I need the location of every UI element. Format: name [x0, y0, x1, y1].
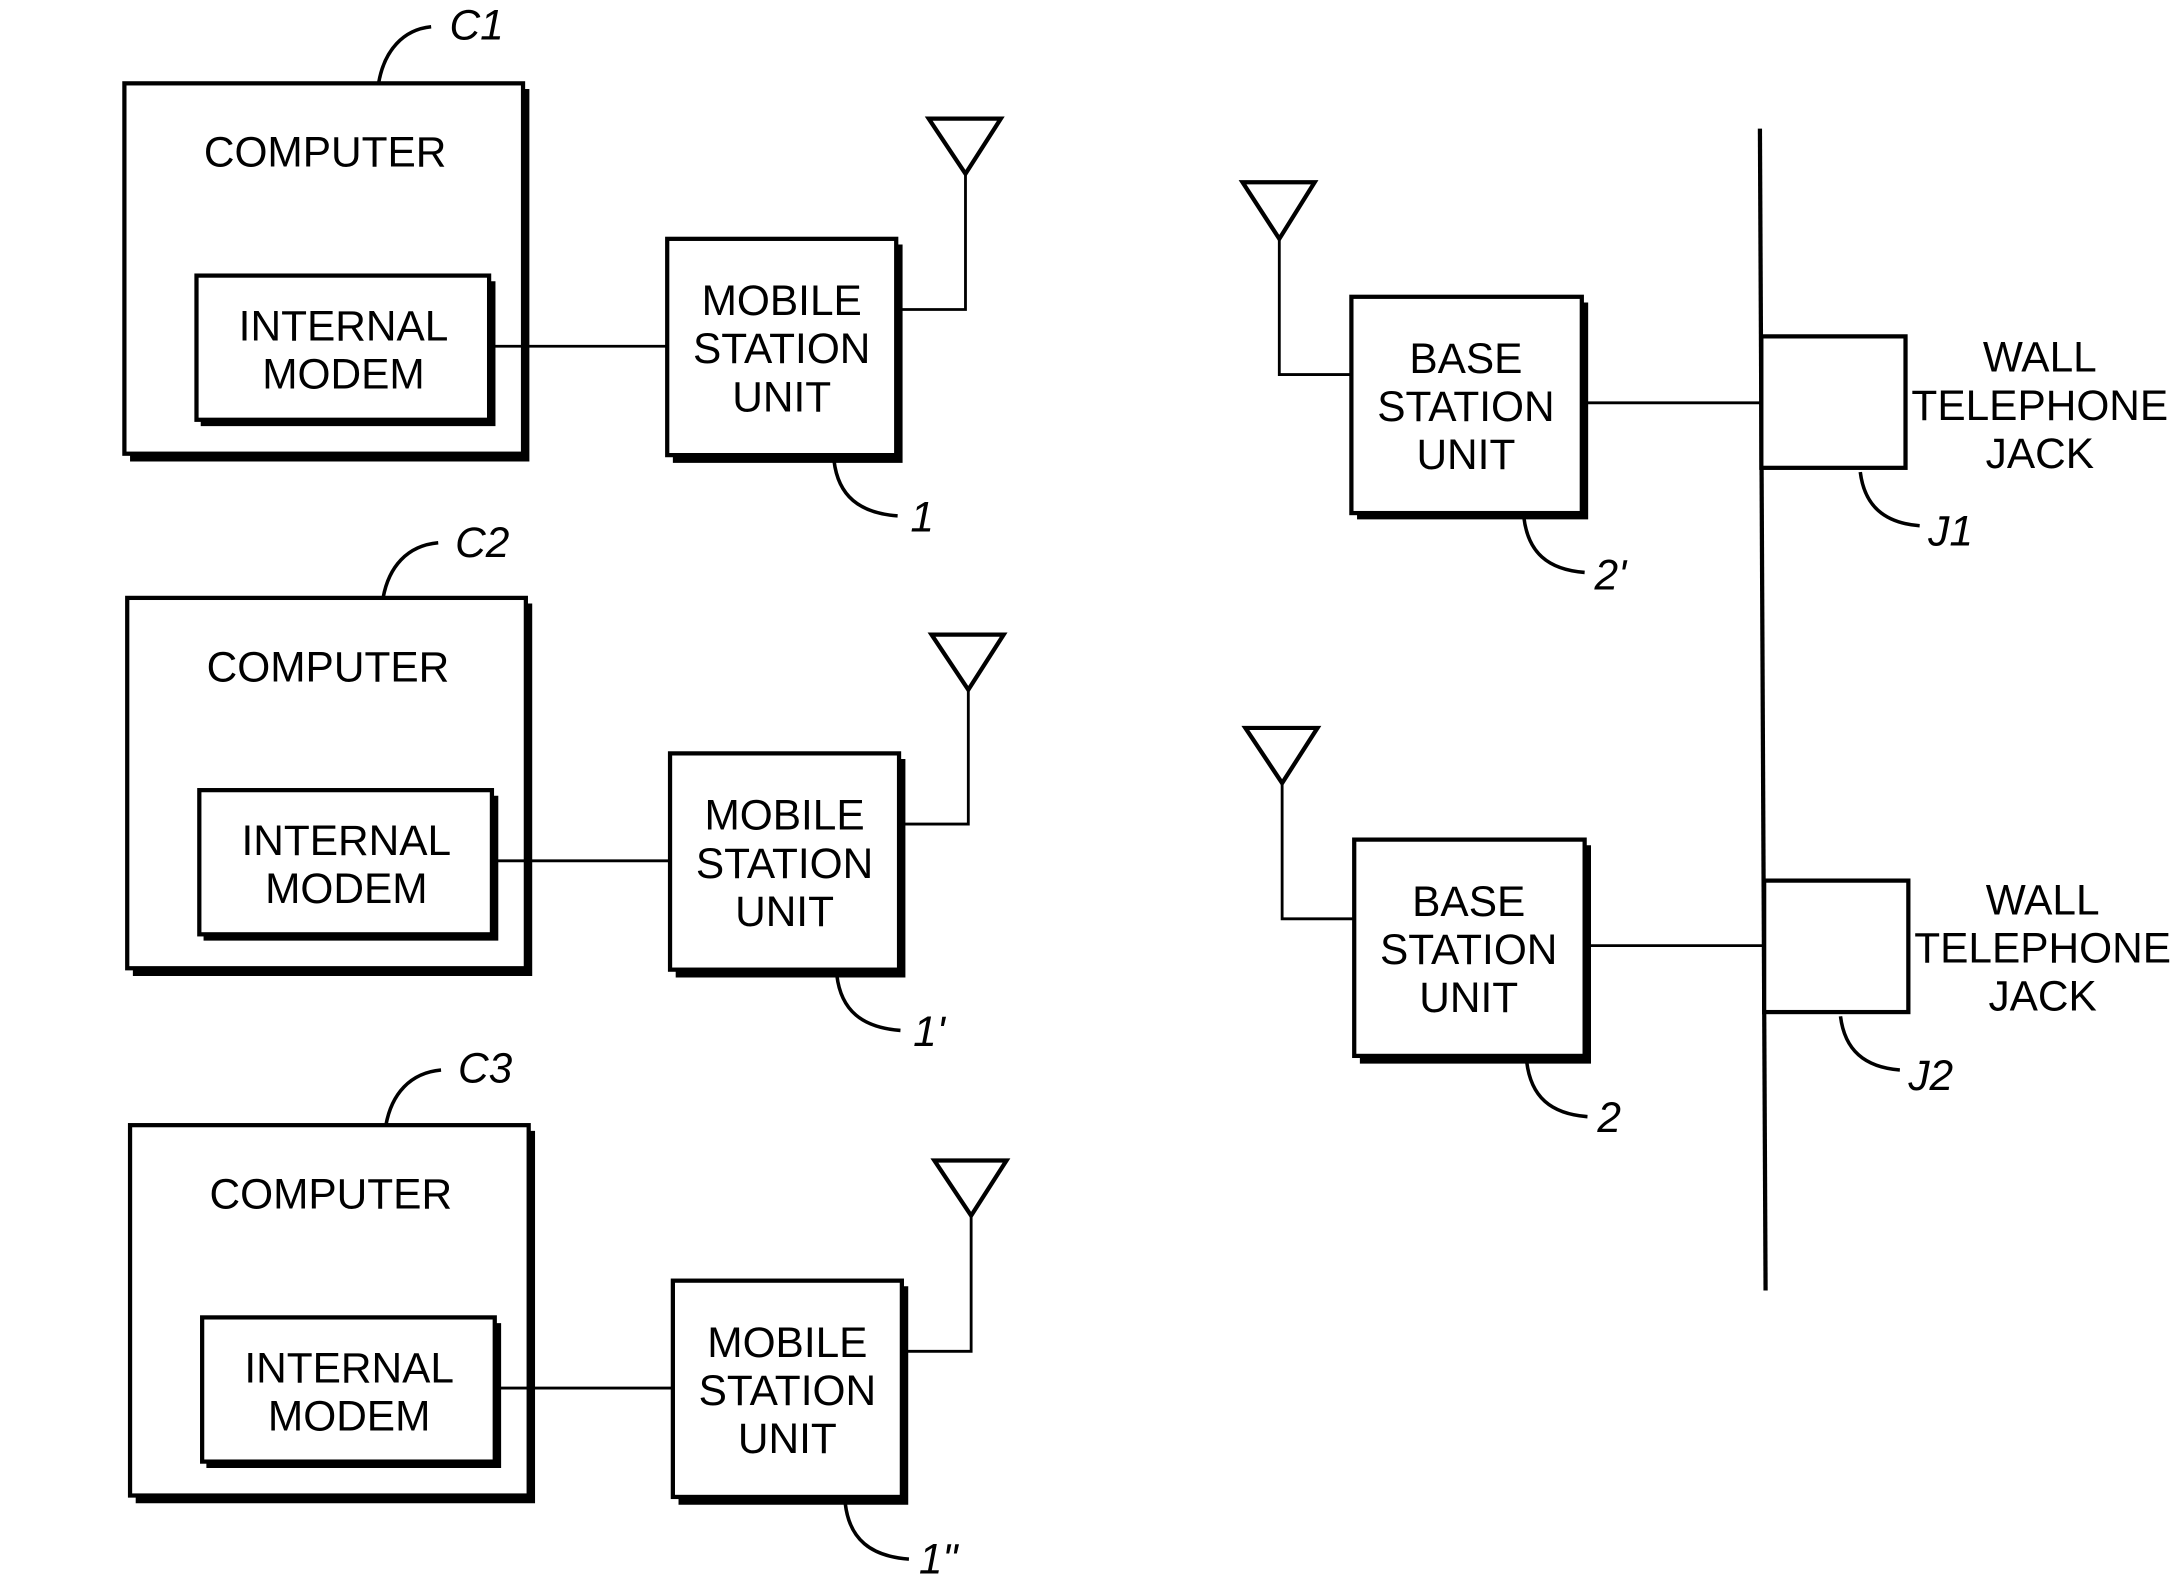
ref-label-j1: J1 — [1927, 508, 1973, 555]
jack-label-line3: JACK — [1986, 430, 2094, 477]
ref-label-c3: C3 — [458, 1045, 513, 1092]
antenna-icon — [924, 116, 1005, 178]
ref-label-c2: C2 — [455, 519, 509, 566]
computer-group-c3: C3 COMPUTER INTERNAL MODEM MOBILE STATIO… — [127, 1045, 1011, 1582]
jack-label-line3: JACK — [1988, 973, 2096, 1020]
ref-leader-c1 — [377, 25, 432, 83]
modem-label-line2: MODEM — [265, 865, 427, 912]
ref-label-2-prime: 2' — [1594, 551, 1629, 598]
antenna-feed — [1280, 783, 1355, 921]
ref-leader-2-prime — [1522, 517, 1585, 575]
jack-label-line2: TELEPHONE — [1914, 925, 2171, 972]
ref-label-1-double-prime: 1" — [919, 1535, 960, 1582]
ref-label-j2: J2 — [1907, 1052, 1953, 1099]
mobile-label-line1: MOBILE — [707, 1319, 867, 1366]
modem-label-line2: MODEM — [268, 1392, 430, 1439]
modem-label-line1: INTERNAL — [242, 817, 452, 864]
base-station-group-2: BASE STATION UNIT 2 WALL TELEPHONE JACK … — [1241, 725, 2171, 1141]
mobile-label-line3: UNIT — [738, 1415, 837, 1462]
base-station-group-2-prime: BASE STATION UNIT 2' WALL TELEPHONE JACK… — [1238, 180, 2168, 598]
mobile-label-line2: STATION — [693, 325, 870, 372]
telephone-line — [1757, 128, 1768, 1291]
antenna-icon — [1241, 725, 1322, 787]
modem-label-line1: INTERNAL — [239, 303, 449, 350]
mobile-label-line2: STATION — [696, 840, 873, 887]
ref-label-c1: C1 — [450, 2, 504, 49]
wall-jack-box-j1 — [1759, 334, 1908, 470]
ref-label-1-prime: 1' — [913, 1008, 947, 1055]
base-label-line2: STATION — [1377, 383, 1554, 430]
ref-leader-2 — [1524, 1061, 1588, 1119]
computer-group-c2: C2 COMPUTER INTERNAL MODEM MOBILE STATIO… — [125, 519, 1008, 1055]
wall-jack-box-j2 — [1762, 878, 1911, 1015]
ref-leader-c3 — [384, 1068, 442, 1126]
antenna-feed — [904, 1215, 973, 1353]
network-diagram: C1 COMPUTER INTERNAL MODEM MOBILE STATIO… — [122, 2, 2171, 1582]
antenna-feed — [901, 689, 970, 826]
computer-group-c1: C1 COMPUTER INTERNAL MODEM MOBILE STATIO… — [122, 2, 1005, 540]
jack-label-line2: TELEPHONE — [1911, 382, 2168, 429]
antenna-feed — [899, 173, 967, 311]
jack-label-line1: WALL — [1983, 334, 2097, 381]
mobile-label-line3: UNIT — [735, 888, 834, 935]
ref-leader-1-prime — [835, 975, 901, 1033]
ref-label-1: 1 — [910, 493, 934, 540]
antenna-feed — [1277, 238, 1352, 376]
base-label-line3: UNIT — [1419, 974, 1518, 1021]
antenna-icon — [930, 1158, 1011, 1220]
antenna-icon — [1238, 180, 1319, 243]
mobile-label-line3: UNIT — [732, 373, 831, 420]
base-label-line1: BASE — [1409, 335, 1522, 382]
mobile-label-line2: STATION — [699, 1367, 876, 1414]
modem-label-line2: MODEM — [262, 351, 424, 398]
ref-label-2: 2 — [1596, 1094, 1621, 1141]
base-label-line1: BASE — [1412, 878, 1525, 925]
ref-leader-c2 — [381, 541, 439, 599]
ref-leader-1 — [832, 460, 898, 518]
base-label-line2: STATION — [1380, 926, 1557, 973]
modem-label-line1: INTERNAL — [244, 1344, 454, 1391]
mobile-label-line1: MOBILE — [704, 792, 864, 839]
base-label-line3: UNIT — [1416, 431, 1515, 478]
jack-label-line1: WALL — [1986, 877, 2100, 924]
mobile-label-line1: MOBILE — [702, 277, 862, 324]
computer-label: COMPUTER — [209, 1171, 452, 1218]
antenna-icon — [927, 632, 1008, 694]
ref-leader-j1 — [1858, 471, 1920, 528]
ref-leader-1-double-prime — [843, 1503, 910, 1561]
computer-label: COMPUTER — [204, 129, 447, 176]
ref-leader-j2 — [1838, 1016, 1901, 1072]
computer-label: COMPUTER — [207, 643, 450, 690]
